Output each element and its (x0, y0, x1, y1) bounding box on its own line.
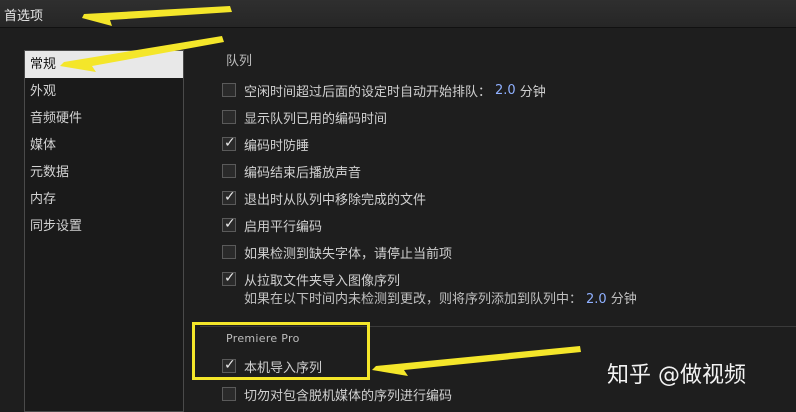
section-title-premiere: Premiere Pro (226, 332, 300, 345)
option-import-image-sequence[interactable]: 从拉取文件夹导入图像序列 (222, 268, 400, 290)
sidebar-item-audio-hardware[interactable]: 音频硬件 (25, 105, 183, 132)
option-unit: 分钟 (519, 84, 546, 100)
sidebar-item-label: 常规 (30, 57, 57, 72)
window-title: 首选项 (4, 9, 44, 24)
option-label: 如果检测到缺失字体，请停止当前项 (244, 246, 453, 262)
option-label: 显示队列已用的编码时间 (244, 111, 388, 127)
sidebar-item-label: 同步设置 (30, 219, 83, 234)
title-bar: 首选项 (0, 0, 796, 28)
checkbox[interactable] (222, 245, 236, 259)
option-label: 从拉取文件夹导入图像序列 (244, 273, 401, 289)
option-label: 编码结束后播放声音 (244, 165, 362, 181)
option-play-sound[interactable]: 编码结束后播放声音 (222, 160, 361, 182)
option-label: 编码时防睡 (244, 138, 310, 154)
sidebar-item-label: 媒体 (30, 138, 57, 153)
checkbox[interactable] (222, 164, 236, 178)
sidebar-item-label: 外观 (30, 84, 57, 99)
option-missing-fonts-stop[interactable]: 如果检测到缺失字体，请停止当前项 (222, 241, 452, 263)
option-show-elapsed-time[interactable]: 显示队列已用的编码时间 (222, 106, 387, 128)
checkbox[interactable] (222, 110, 236, 124)
option-label: 本机导入序列 (244, 360, 323, 376)
option-remove-completed[interactable]: 退出时从队列中移除完成的文件 (222, 187, 426, 209)
option-native-import-sequence[interactable]: 本机导入序列 (222, 355, 322, 377)
option-prevent-sleep[interactable]: 编码时防睡 (222, 133, 309, 155)
option-label: 退出时从队列中移除完成的文件 (244, 192, 427, 208)
sidebar-item-appearance[interactable]: 外观 (25, 78, 183, 105)
section-title-queue: 队列 (226, 54, 253, 69)
preferences-sidebar: 常规 外观 音频硬件 媒体 元数据 内存 同步设置 (24, 50, 184, 412)
checkbox[interactable] (222, 270, 236, 286)
checkbox[interactable] (222, 83, 236, 97)
option-auto-start-queue[interactable]: 空闲时间超过后面的设定时自动开始排队： 2.0 分钟 (222, 79, 546, 101)
sub-unit: 分钟 (610, 292, 637, 307)
option-label: 空闲时间超过后面的设定时自动开始排队： (244, 84, 492, 100)
sidebar-item-metadata[interactable]: 元数据 (25, 159, 183, 186)
option-value[interactable]: 2.0 (495, 83, 516, 98)
sub-value[interactable]: 2.0 (586, 292, 607, 307)
sidebar-item-general[interactable]: 常规 (25, 51, 183, 78)
watermark: 知乎 @做视频 (607, 363, 746, 388)
sidebar-item-media[interactable]: 媒体 (25, 132, 183, 159)
sidebar-item-label: 内存 (30, 192, 57, 207)
checkbox[interactable] (222, 216, 236, 232)
option-label: 启用平行编码 (244, 219, 323, 235)
sidebar-item-memory[interactable]: 内存 (25, 186, 183, 213)
checkbox[interactable] (222, 387, 236, 401)
image-sequence-delay: 如果在以下时间内未检测到更改，则将序列添加到队列中： 2.0 分钟 (244, 288, 637, 307)
sidebar-item-label: 音频硬件 (30, 111, 83, 126)
checkbox[interactable] (222, 189, 236, 205)
checkbox[interactable] (222, 357, 236, 373)
option-skip-offline-media[interactable]: 切勿对包含脱机媒体的序列进行编码 (222, 383, 452, 405)
sidebar-item-sync-settings[interactable]: 同步设置 (25, 213, 183, 240)
checkbox[interactable] (222, 135, 236, 151)
option-label: 切勿对包含脱机媒体的序列进行编码 (244, 388, 453, 404)
sidebar-item-label: 元数据 (30, 165, 70, 180)
option-parallel-encoding[interactable]: 启用平行编码 (222, 214, 322, 236)
sub-label: 如果在以下时间内未检测到更改，则将序列添加到队列中： (244, 292, 583, 307)
section-divider (200, 326, 796, 327)
